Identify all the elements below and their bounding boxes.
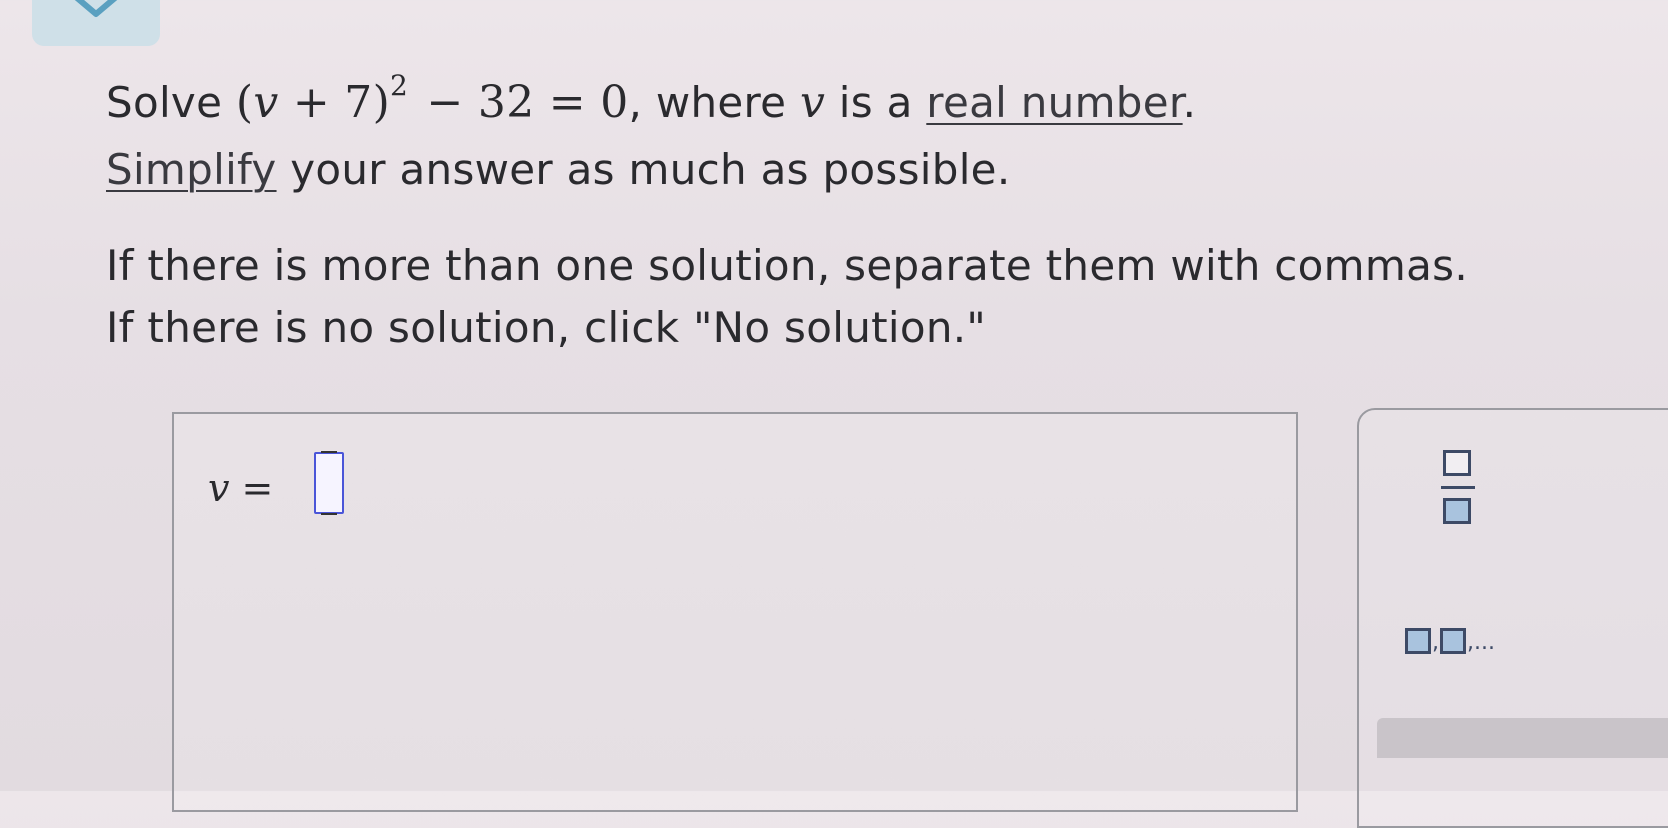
eq-rest: − 32 = 0: [412, 77, 629, 128]
problem-line-1: Solve (v + 7)2 − 32 = 0, where v is a re…: [106, 69, 1586, 139]
answer-equals: =: [229, 466, 274, 510]
math-toolbox: , ,...: [1357, 408, 1668, 828]
answer-variable: v: [208, 466, 230, 510]
fraction-bar: [1441, 486, 1475, 489]
list-box-icon: [1440, 628, 1466, 654]
fraction-icon: [1443, 450, 1471, 476]
list-comma: ,: [1432, 630, 1439, 655]
real-number-link[interactable]: real number: [926, 78, 1182, 127]
toolbox-action-bar[interactable]: [1377, 718, 1668, 758]
solve-word: Solve: [106, 78, 223, 127]
fraction-denominator-box: [1443, 498, 1471, 524]
eq-exponent: 2: [390, 69, 409, 102]
chevron-down-icon: [74, 0, 118, 17]
simplify-rest: your answer as much as possible.: [276, 145, 1011, 194]
eq-plus: + 7): [278, 77, 391, 128]
period: .: [1182, 78, 1197, 127]
where-text: , where: [628, 78, 800, 127]
equation: (v + 7)2 − 32 = 0: [235, 69, 629, 128]
where-variable: v: [799, 77, 826, 128]
fraction-button[interactable]: [1441, 450, 1475, 536]
simplify-link[interactable]: Simplify: [106, 145, 277, 194]
is-a-text: is a: [825, 78, 927, 127]
answer-area[interactable]: v =: [172, 412, 1298, 812]
answer-input[interactable]: [314, 451, 344, 515]
list-ellipsis: ,...: [1467, 630, 1495, 655]
answer-label: v =: [208, 466, 273, 510]
list-icon: [1405, 628, 1431, 654]
collapse-tab[interactable]: [32, 0, 160, 46]
problem-line-2: Simplify your answer as much as possible…: [106, 139, 1586, 201]
question-text: Solve (v + 7)2 − 32 = 0, where v is a re…: [106, 69, 1586, 359]
instruction-line-2: If there is no solution, click "No solut…: [106, 303, 987, 352]
instruction-line-1: If there is more than one solution, sepa…: [106, 241, 1468, 290]
eq-open: (: [235, 77, 254, 128]
eq-variable: v: [253, 77, 279, 128]
list-button[interactable]: , ,...: [1405, 620, 1496, 654]
